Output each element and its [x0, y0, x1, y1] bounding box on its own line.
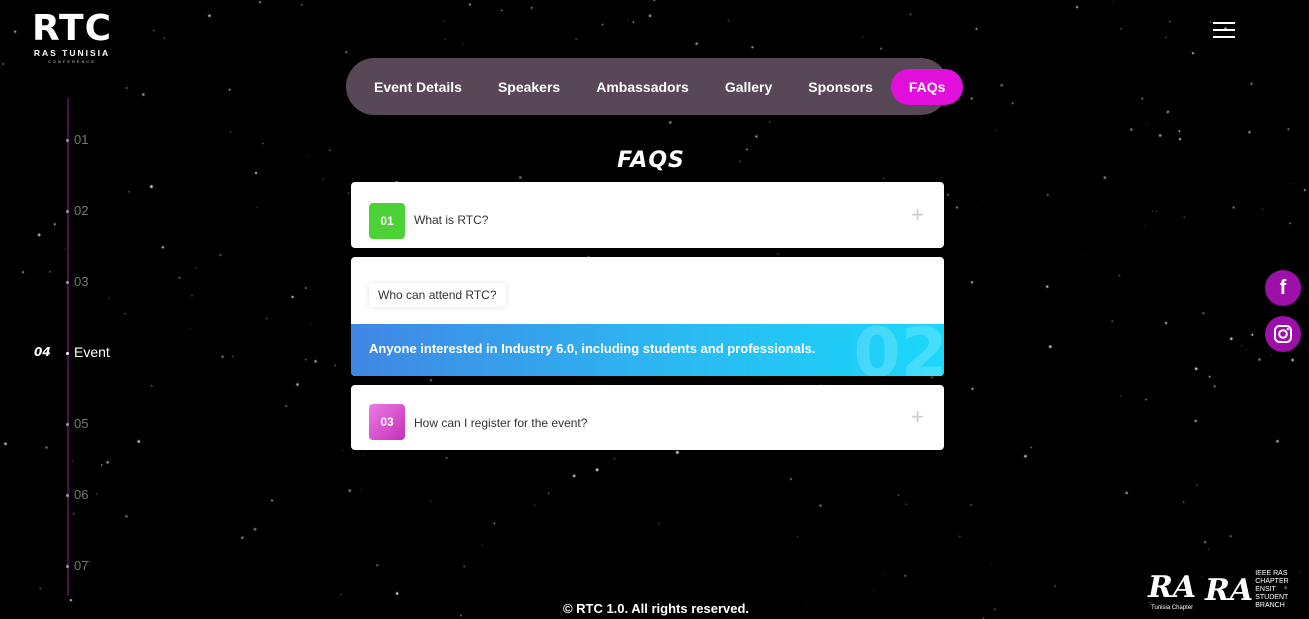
ras-logo-caption: Tunisia Chapter [1151, 605, 1194, 611]
timeline-dot [66, 565, 69, 569]
ras-tunisia-chapter-logo[interactable]: RA Tunisia Chapter [1148, 570, 1196, 611]
faq-number-badge: 01 [369, 203, 405, 239]
timeline-dot [66, 351, 69, 355]
timeline-dot [66, 423, 69, 427]
timeline-active-number: 04 [34, 345, 51, 359]
timeline-dot [66, 494, 69, 498]
faq-answer-watermark-number: 02 [853, 314, 944, 376]
ras-logo-mark: RA [1148, 570, 1197, 605]
hamburger-line [1213, 22, 1235, 24]
enstb-ras-chapter-logo[interactable]: RA IEEE RAS CHAPTER ENSIT STUDENT BRANCH [1205, 570, 1309, 610]
faq-item-3[interactable]: 03 How can I register for the event? + [351, 385, 944, 450]
faq-answer-text: Anyone interested in Industry 6.0, inclu… [369, 341, 816, 356]
hamburger-line [1213, 36, 1235, 38]
hamburger-line [1213, 29, 1235, 31]
faq-item-1[interactable]: 01 What is RTC? + [351, 182, 944, 248]
timeline-item-active[interactable]: Event [66, 344, 110, 360]
timeline-item-07[interactable]: 07 [66, 558, 88, 573]
faq-question: Who can attend RTC? [369, 283, 506, 307]
hamburger-menu-icon[interactable] [1213, 22, 1235, 38]
expand-plus-icon[interactable]: + [911, 202, 924, 228]
timeline-label: 03 [74, 274, 89, 289]
rtc-logo[interactable]: RTC RAS TUNISIA CONFERENCE [26, 8, 118, 65]
logo-sub-text: RAS TUNISIA [33, 48, 111, 58]
faq-question: What is RTC? [414, 213, 489, 227]
timeline-label: 01 [74, 132, 89, 147]
nav-gallery[interactable]: Gallery [707, 69, 790, 105]
instagram-glyph [1274, 325, 1292, 343]
timeline-item-01[interactable]: 01 [66, 132, 88, 147]
timeline-label: 05 [74, 416, 89, 431]
faq-question: How can I register for the event? [414, 416, 588, 430]
logo-tiny-text: CONFERENCE [47, 59, 96, 64]
timeline-label: 07 [74, 558, 89, 573]
faq-section-title: FAQS [617, 148, 685, 173]
timeline-item-03[interactable]: 03 [66, 274, 88, 289]
logo-main-text: RTC [31, 8, 113, 49]
facebook-icon[interactable]: f [1265, 270, 1301, 306]
timeline-dot [66, 281, 69, 285]
timeline-item-02[interactable]: 02 [66, 203, 88, 218]
nav-event-details[interactable]: Event Details [356, 69, 480, 105]
instagram-icon[interactable] [1265, 316, 1301, 352]
footer-copyright: © RTC 1.0. All rights reserved. [562, 601, 750, 616]
enstb-caption-line2: ENSIT STUDENT BRANCH [1255, 586, 1289, 609]
timeline-item-05[interactable]: 05 [66, 416, 88, 431]
faq-answer: Anyone interested in Industry 6.0, inclu… [351, 314, 944, 376]
faq-item-2-expanded[interactable]: Who can attend RTC? Anyone interested in… [351, 257, 944, 376]
timeline-active-label: Event [74, 344, 110, 360]
faq-number-badge: 03 [369, 404, 405, 440]
enstb-logo-mark: RA [1205, 572, 1254, 608]
timeline-dot [66, 210, 69, 214]
nav-sponsors[interactable]: Sponsors [790, 69, 891, 105]
main-nav: Event Details Speakers Ambassadors Galle… [346, 58, 964, 115]
timeline-item-06[interactable]: 06 [66, 487, 88, 502]
nav-faqs[interactable]: FAQs [890, 68, 964, 105]
nav-ambassadors[interactable]: Ambassadors [578, 69, 707, 105]
enstb-caption-line1: IEEE RAS CHAPTER [1255, 570, 1289, 585]
nav-speakers[interactable]: Speakers [480, 69, 578, 105]
expand-plus-icon[interactable]: + [911, 404, 924, 430]
timeline-label: 06 [74, 487, 89, 502]
timeline-label: 02 [74, 203, 89, 218]
timeline-dot [66, 139, 69, 143]
